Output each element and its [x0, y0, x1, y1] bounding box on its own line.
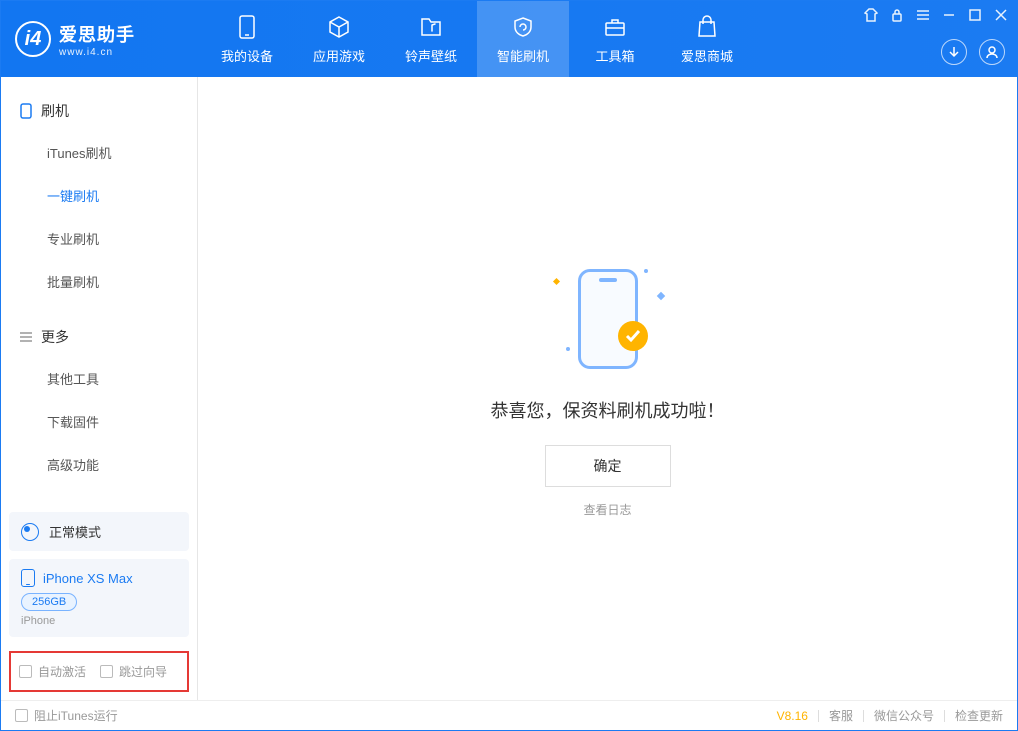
device-info-panel[interactable]: iPhone XS Max 256GB iPhone: [9, 559, 189, 637]
tab-store[interactable]: 爱思商城: [661, 1, 753, 77]
app-logo: i4 爱思助手 www.i4.cn: [1, 21, 201, 58]
minimize-button[interactable]: [941, 7, 957, 23]
check-badge-icon: [618, 321, 648, 351]
titlebar: i4 爱思助手 www.i4.cn 我的设备 应用游戏 铃声壁纸 智能刷机 工具…: [1, 1, 1017, 77]
checkbox-icon: [19, 665, 32, 678]
bag-icon: [694, 14, 720, 40]
close-button[interactable]: [993, 7, 1009, 23]
success-message: 恭喜您，保资料刷机成功啦！: [491, 397, 725, 423]
device-icon: [19, 104, 33, 118]
sidebar-section-flash: 刷机: [1, 91, 197, 131]
logo-icon: i4: [15, 21, 51, 57]
list-icon: [19, 330, 33, 344]
phone-icon: [234, 14, 260, 40]
tab-toolbox[interactable]: 工具箱: [569, 1, 661, 77]
check-update-link[interactable]: 检查更新: [955, 707, 1003, 724]
window-controls: [863, 7, 1009, 23]
sidebar-item-advanced[interactable]: 高级功能: [1, 443, 197, 486]
checkbox-skip-wizard[interactable]: 跳过向导: [100, 663, 167, 680]
device-mode-panel[interactable]: 正常模式: [9, 512, 189, 551]
statusbar: 阻止iTunes运行 V8.16 客服 微信公众号 检查更新: [1, 700, 1017, 730]
checkbox-icon: [15, 709, 28, 722]
download-button[interactable]: [941, 39, 967, 65]
header-actions: [941, 39, 1005, 65]
checkbox-highlight-box: 自动激活 跳过向导: [9, 651, 189, 692]
success-illustration: [548, 259, 668, 379]
sidebar: 刷机 iTunes刷机 一键刷机 专业刷机 批量刷机 更多 其他工具 下载固件 …: [1, 77, 198, 700]
tab-flash[interactable]: 智能刷机: [477, 1, 569, 77]
support-link[interactable]: 客服: [829, 707, 853, 724]
sidebar-item-batch-flash[interactable]: 批量刷机: [1, 260, 197, 303]
cube-icon: [326, 14, 352, 40]
app-title: 爱思助手: [59, 21, 135, 47]
phone-small-icon: [21, 569, 35, 587]
maximize-button[interactable]: [967, 7, 983, 23]
checkbox-block-itunes[interactable]: 阻止iTunes运行: [15, 707, 118, 724]
device-mode-label: 正常模式: [49, 522, 101, 541]
version-label: V8.16: [777, 709, 808, 723]
view-log-link[interactable]: 查看日志: [583, 501, 631, 518]
tab-ringtone[interactable]: 铃声壁纸: [385, 1, 477, 77]
user-button[interactable]: [979, 39, 1005, 65]
music-folder-icon: [418, 14, 444, 40]
sidebar-item-pro-flash[interactable]: 专业刷机: [1, 217, 197, 260]
app-subtitle: www.i4.cn: [59, 47, 135, 58]
checkbox-icon: [100, 665, 113, 678]
checkbox-auto-activate[interactable]: 自动激活: [19, 663, 86, 680]
lock-icon[interactable]: [889, 7, 905, 23]
menu-icon[interactable]: [915, 7, 931, 23]
sidebar-item-download-firmware[interactable]: 下载固件: [1, 400, 197, 443]
sidebar-item-other-tools[interactable]: 其他工具: [1, 357, 197, 400]
sidebar-item-oneclick-flash[interactable]: 一键刷机: [1, 174, 197, 217]
tab-apps[interactable]: 应用游戏: [293, 1, 385, 77]
sidebar-item-itunes-flash[interactable]: iTunes刷机: [1, 131, 197, 174]
tshirt-icon[interactable]: [863, 7, 879, 23]
tab-my-device[interactable]: 我的设备: [201, 1, 293, 77]
main-content: 恭喜您，保资料刷机成功啦！ 确定 查看日志: [198, 77, 1017, 700]
mode-icon: [21, 523, 39, 541]
sidebar-section-more: 更多: [1, 317, 197, 357]
device-capacity-badge: 256GB: [21, 593, 77, 611]
refresh-shield-icon: [510, 14, 536, 40]
wechat-link[interactable]: 微信公众号: [874, 707, 934, 724]
ok-button[interactable]: 确定: [545, 445, 671, 487]
device-name: iPhone XS Max: [43, 571, 133, 586]
toolbox-icon: [602, 14, 628, 40]
main-tabs: 我的设备 应用游戏 铃声壁纸 智能刷机 工具箱 爱思商城: [201, 1, 753, 77]
device-type: iPhone: [21, 615, 177, 627]
